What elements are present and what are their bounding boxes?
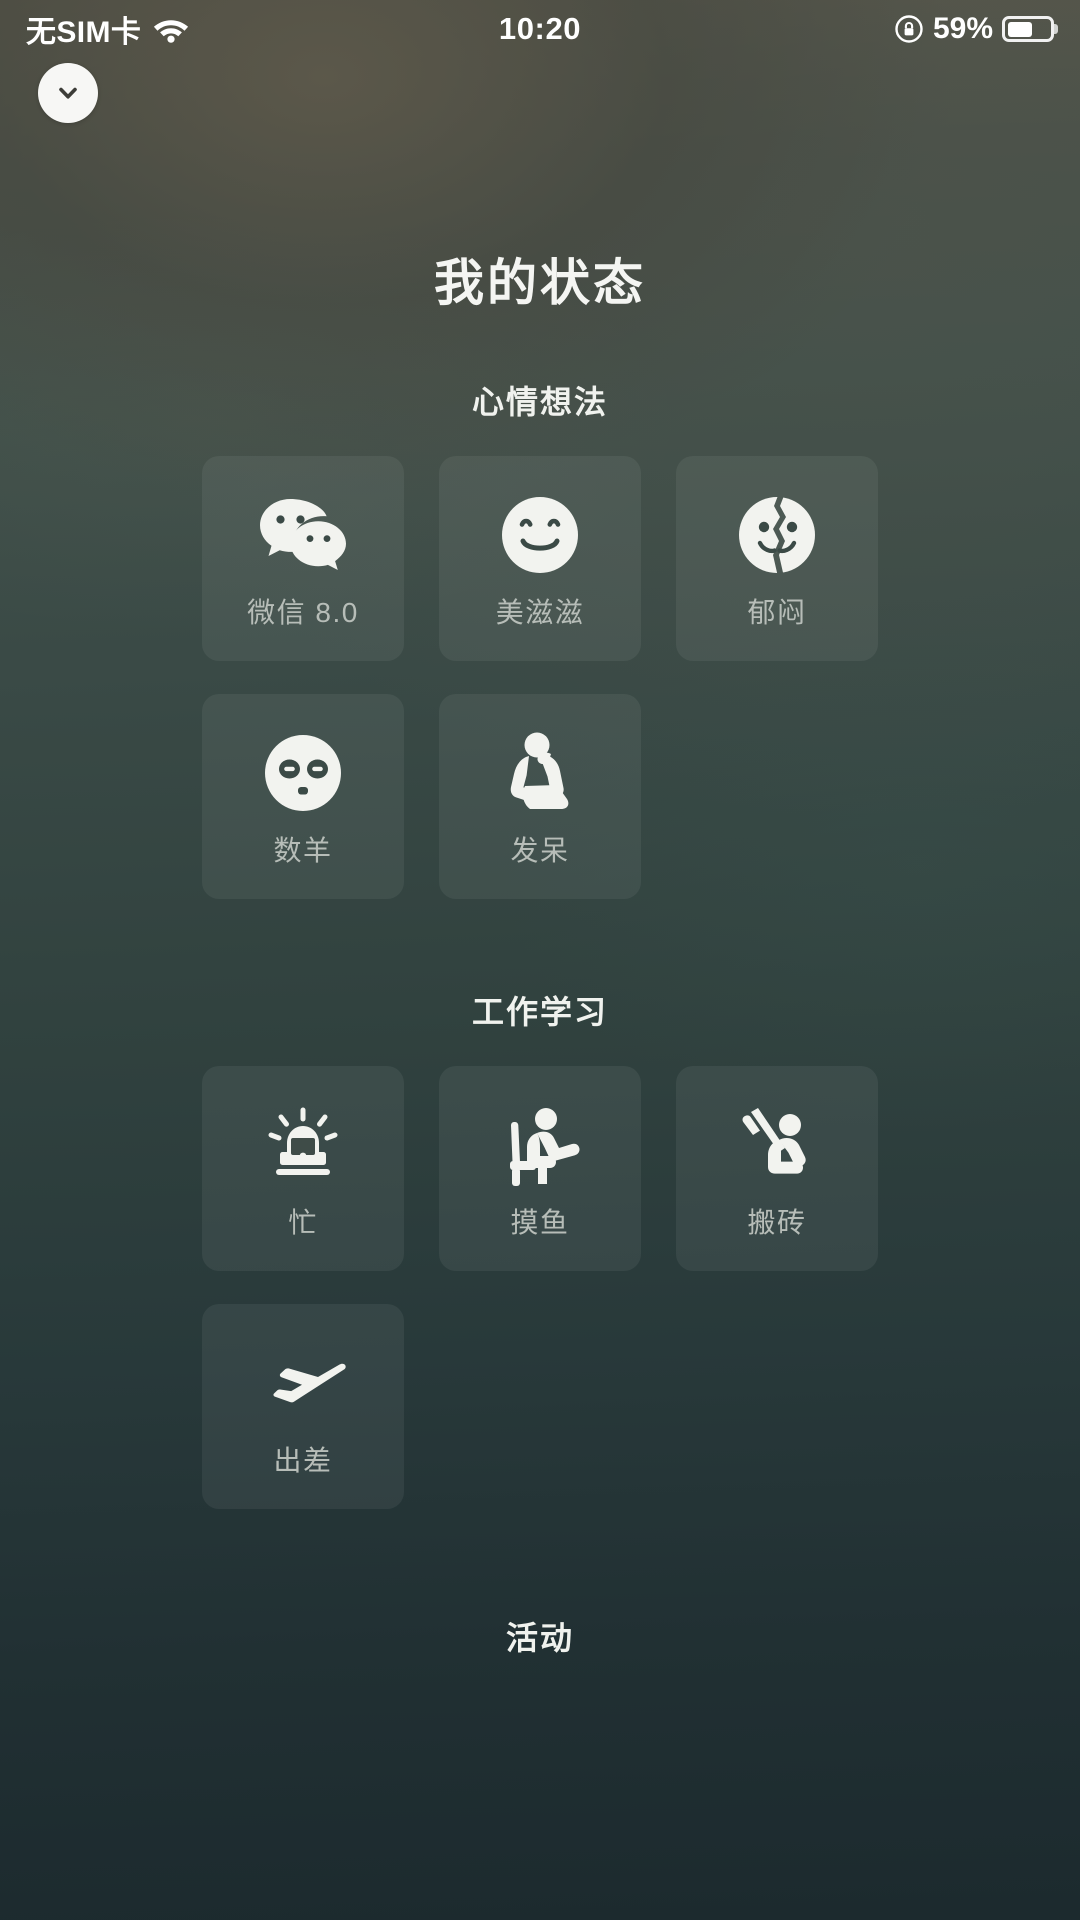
- person-digging-icon: [733, 1097, 821, 1193]
- wechat-logo-icon: [257, 487, 349, 583]
- smiley-face-icon: [498, 487, 582, 583]
- status-card-label: 发呆: [510, 834, 570, 866]
- sleepy-face-icon: [261, 725, 345, 821]
- status-card-hard-labour[interactable]: 搬砖: [676, 1066, 878, 1271]
- alarm-siren-icon: [260, 1097, 346, 1193]
- status-bar-left: 无SIM卡: [26, 7, 499, 51]
- section-header-mood: 心情想法: [471, 384, 608, 420]
- status-card-counting-sheep[interactable]: 数羊: [202, 694, 404, 899]
- status-card-depressed[interactable]: 郁闷: [676, 456, 878, 661]
- status-card-label: 搬砖: [747, 1206, 807, 1238]
- status-card-business-trip[interactable]: 出差: [202, 1304, 404, 1509]
- status-card-happy[interactable]: 美滋滋: [439, 456, 641, 661]
- status-card-label: 微信 8.0: [247, 596, 359, 628]
- battery-percent-label: 59%: [932, 12, 994, 45]
- status-card-label: 摸鱼: [510, 1206, 570, 1238]
- status-card-slacking[interactable]: 摸鱼: [439, 1066, 641, 1271]
- battery-icon: [1002, 16, 1055, 42]
- status-grid-mood: 微信 8.0 美滋滋 郁闷 数羊 发呆: [0, 456, 1080, 899]
- status-grid-work: 忙 摸鱼 搬砖 出差: [0, 1066, 1080, 1509]
- cracked-face-icon: [735, 487, 819, 583]
- status-picker-page: 我的状态 心情想法 微信 8.0 美滋滋 郁闷 数羊 发呆 工作学习 忙 摸鱼 …: [0, 243, 1080, 1659]
- status-card-wechat8[interactable]: 微信 8.0: [202, 456, 404, 661]
- page-title: 我的状态: [434, 255, 646, 311]
- carrier-label: 无SIM卡: [26, 16, 142, 49]
- chevron-down-icon: [53, 78, 83, 108]
- rotation-lock-icon: [894, 14, 924, 44]
- clock-time: 10:20: [498, 11, 582, 46]
- status-card-label: 郁闷: [747, 596, 807, 628]
- thinker-person-icon: [499, 725, 581, 821]
- status-bar-right: 59%: [581, 12, 1055, 46]
- status-card-label: 出差: [273, 1444, 333, 1476]
- airplane-icon: [256, 1335, 350, 1431]
- close-button[interactable]: [38, 63, 98, 123]
- status-bar: 无SIM卡 10:20 59%: [0, 0, 1080, 58]
- wifi-icon: [152, 15, 190, 43]
- status-card-busy[interactable]: 忙: [202, 1066, 404, 1271]
- person-sitting-chair-icon: [496, 1097, 584, 1193]
- status-card-label: 忙: [288, 1206, 318, 1238]
- status-card-daydream[interactable]: 发呆: [439, 694, 641, 899]
- status-card-label: 美滋滋: [495, 596, 585, 628]
- section-header-activity: 活动: [505, 1620, 574, 1656]
- section-header-work: 工作学习: [471, 994, 608, 1030]
- status-card-label: 数羊: [273, 834, 333, 866]
